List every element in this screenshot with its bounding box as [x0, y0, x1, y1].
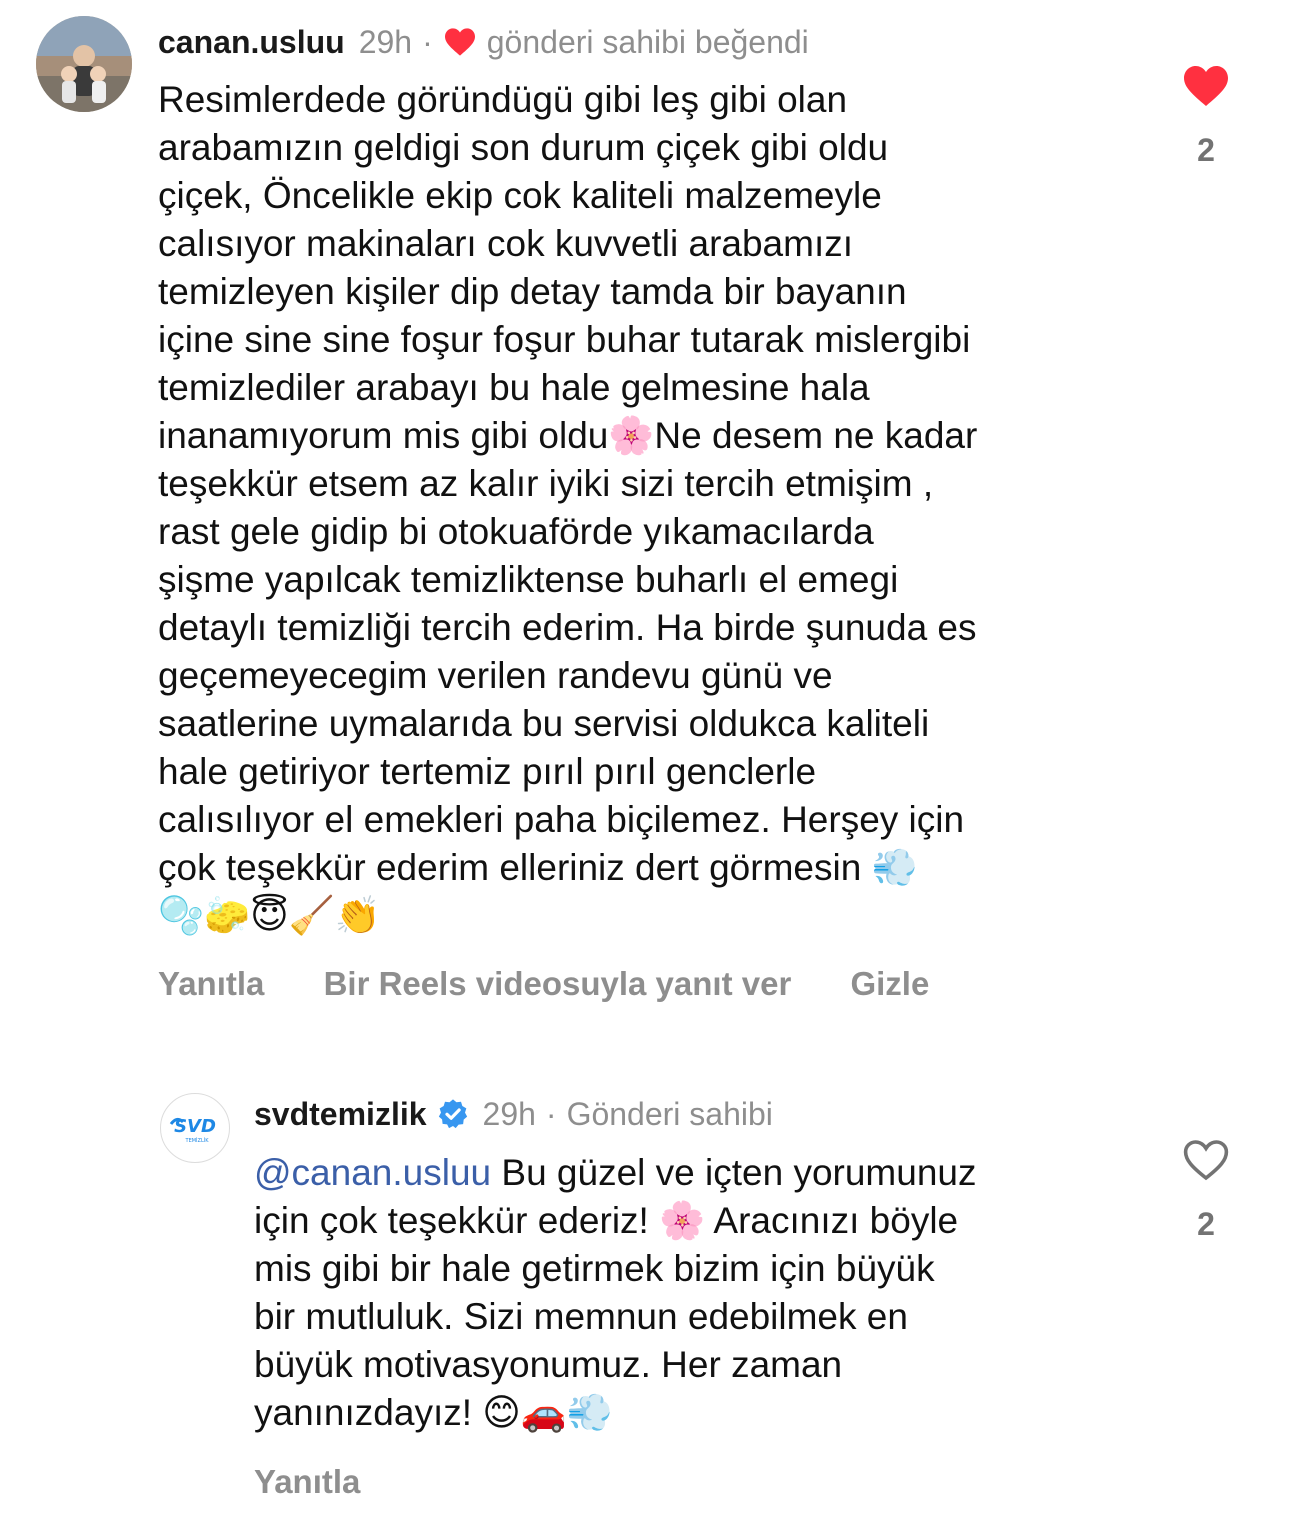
brand-avatar[interactable]: SVD TEMİZLİK [160, 1093, 230, 1163]
meta-separator: · [422, 24, 433, 60]
like-column: 2 [1176, 64, 1236, 169]
comment-line: calısılıyor el emekleri paha biçilemez. … [158, 799, 965, 840]
comment-emoji-line: 🫧🧽😇🧹👏 [158, 894, 381, 937]
svg-text:TEMİZLİK: TEMİZLİK [185, 1137, 210, 1144]
reply-button[interactable]: Yanıtla [254, 1463, 360, 1500]
reply-line: yanınızdayız! 😊🚗💨 [254, 1392, 613, 1433]
reply-line: Bu güzel ve içten yorumunuz [491, 1152, 977, 1193]
user-avatar[interactable] [36, 16, 132, 112]
reels-reply-button[interactable]: Bir Reels videosuyla yanıt ver [324, 965, 792, 1002]
comment-text: Resimlerdede göründügü gibi leş gibi ola… [158, 76, 977, 940]
reply-meta: svdtemizlik 29h · Gönderi sahibi [254, 1094, 773, 1134]
comment-line: içine sine sine foşur foşur buhar tutara… [158, 319, 971, 360]
comment-line: geçemeyecegim verilen randevu günü ve [158, 655, 833, 696]
comment-line: çok teşekkür ederim elleriniz dert görme… [158, 847, 918, 888]
comment-line: temizleyen kişiler dip detay tamda bir b… [158, 271, 907, 312]
comment-username[interactable]: canan.usluu [158, 22, 345, 62]
reply-line: bir mutluluk. Sizi memnun edebilmek en [254, 1296, 908, 1337]
like-column: 2 [1176, 1138, 1236, 1243]
svd-logo-icon: SVD TEMİZLİK [169, 1116, 216, 1144]
reply-line: mis gibi bir hale getirmek bizim için bü… [254, 1248, 935, 1289]
reply-first-line: @canan.usluu Bu güzel ve içten yorumunuz [254, 1149, 976, 1197]
reply-time: 29h [482, 1096, 536, 1132]
comment-line: inanamıyorum mis gibi oldu🌸Ne desem ne k… [158, 415, 978, 456]
comment-time: 29h [358, 24, 413, 60]
comment-line: saatlerine uymalarıda bu servisi oldukca… [158, 703, 930, 744]
svg-text:SVD: SVD [174, 1116, 216, 1137]
hide-button[interactable]: Gizle [850, 965, 929, 1002]
comment-line: çiçek, Öncelikle ekip cok kaliteli malze… [158, 175, 882, 216]
comment-line: Resimlerdede göründügü gibi leş gibi ola… [158, 79, 848, 120]
comment-line: detaylı temizliği tercih ederim. Ha bird… [158, 607, 977, 648]
like-count[interactable]: 2 [1176, 1206, 1236, 1243]
liked-by-author-heart-icon [444, 28, 475, 56]
comment-actions: Yanıtla Bir Reels videosuyla yanıt ver G… [158, 964, 979, 1004]
reply-text: @canan.usluu Bu güzel ve içten yorumunuz… [254, 1149, 976, 1437]
like-count[interactable]: 2 [1176, 132, 1236, 169]
mention-link[interactable]: @canan.usluu [254, 1152, 491, 1193]
reply-line: büyük motivasyonumuz. Her zaman [254, 1344, 843, 1385]
meta-separator: · [545, 1096, 557, 1132]
comment-line: şişme yapılcak temizliktense buharlı el … [158, 559, 899, 600]
heart-outline-icon[interactable] [1182, 1138, 1230, 1182]
reply-actions: Yanıtla [254, 1462, 410, 1502]
reply-username[interactable]: svdtemizlik [254, 1094, 427, 1134]
comment-line: teşekkür etsem az kalır iyiki sizi terci… [158, 463, 934, 504]
comment-meta: canan.usluu 29h · gönderi sahibi beğendi [158, 22, 809, 62]
reply-line: için çok teşekkür ederiz! 🌸 Aracınızı bö… [254, 1200, 959, 1241]
heart-filled-icon[interactable] [1182, 64, 1230, 108]
avatar-photo-image [36, 16, 132, 112]
liked-by-author-label: gönderi sahibi beğendi [486, 24, 809, 60]
comment-line: calısıyor makinaları cok kuvvetli arabam… [158, 223, 854, 264]
comment-line: arabamızın geldigi son durum çiçek gibi … [158, 127, 889, 168]
comment-line: hale getiriyor tertemiz pırıl pırıl genc… [158, 751, 817, 792]
verified-badge-icon [438, 1099, 467, 1129]
comment-line: rast gele gidip bi otokuaförde yıkamacıl… [158, 511, 874, 552]
reply-button[interactable]: Yanıtla [158, 965, 264, 1002]
comment-line: temizlediler arabayı bu hale gelmesine h… [158, 367, 870, 408]
author-label: Gönderi sahibi [566, 1096, 773, 1132]
